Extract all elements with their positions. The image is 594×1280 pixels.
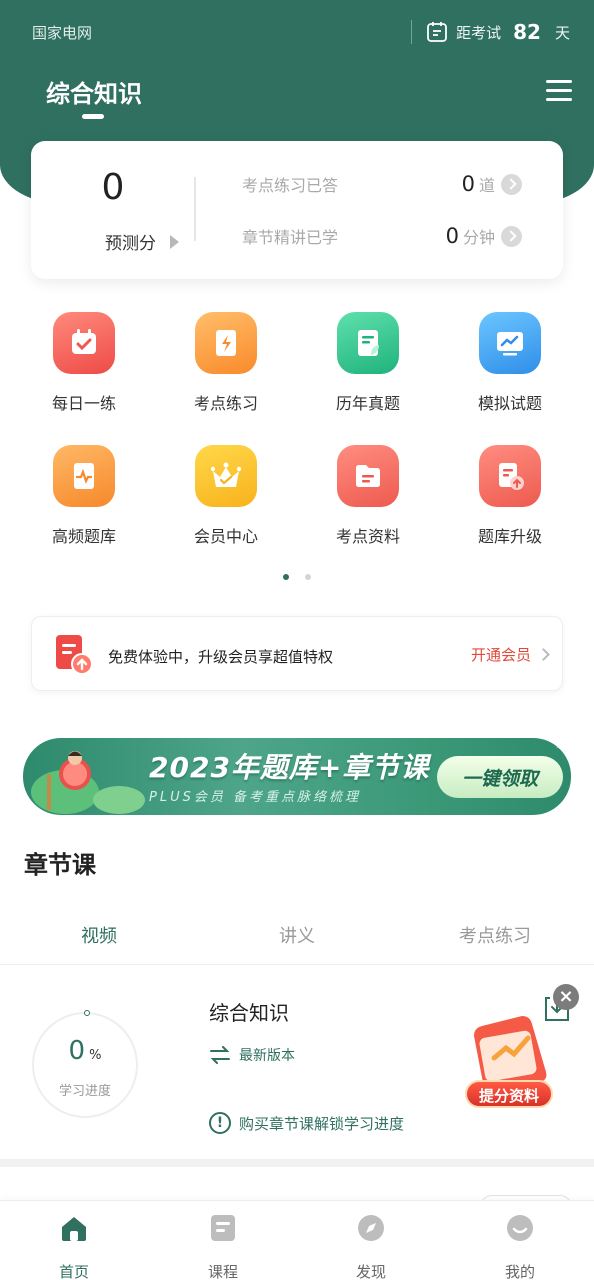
tabs-divider [0,964,594,965]
pager-dot[interactable] [305,574,311,580]
exam-days: 82 [513,20,541,44]
info-icon: ! [209,1112,231,1134]
close-icon[interactable]: ✕ [555,738,565,752]
grid-label: 历年真题 [335,394,400,413]
document-upgrade-icon [56,635,93,675]
folder-icon [337,445,399,507]
document-upload-icon [479,445,541,507]
exam-countdown: 距考试 82 天 [411,18,570,46]
predicted-score-label: 预测分 [105,234,156,254]
banner-title: 2023年题库+章节课 [149,751,430,784]
tabbar-label: 首页 [58,1263,89,1280]
brand-name: 国家电网 [32,24,93,42]
open-membership-button[interactable]: 开通会员 [470,644,550,665]
compass-icon [358,1215,384,1241]
course-icon [211,1215,235,1241]
grid-label: 考点练习 [193,394,258,413]
tabbar-label: 我的 [504,1263,535,1280]
calendar-check-icon [53,312,115,374]
stat-value: 0 [445,224,459,248]
unlock-progress-link[interactable]: ! 购买章节课解锁学习进度 [209,1112,404,1134]
stat-unit: 道 [478,176,495,195]
exam-unit: 天 [554,23,570,42]
stat-value: 0 [461,172,475,196]
stat-row-lecture[interactable]: 章节精讲已学 0 分钟 [242,224,522,248]
grid-item-key-practice[interactable]: 考点练习 [166,312,286,414]
grid-label: 考点资料 [335,527,400,546]
document-leaf-icon [337,312,399,374]
bottom-tab-bar: 首页 课程 发现 我的 [0,1200,594,1280]
stat-label: 章节精讲已学 [242,228,339,247]
chart-monitor-icon [479,312,541,374]
stat-label: 考点练习已答 [242,176,339,195]
score-booster-label[interactable]: 提分资料 [465,1080,553,1108]
tabbar-item-home[interactable]: 首页 [14,1213,134,1280]
crown-icon [195,445,257,507]
grid-item-member-center[interactable]: 会员中心 [166,445,286,547]
section-title: 章节课 [24,851,96,879]
scroll-wave-icon [53,445,115,507]
close-icon[interactable]: × [553,984,579,1010]
grid-label: 高频题库 [51,527,116,546]
section-separator [0,1159,594,1167]
exam-label: 距考试 [456,23,502,42]
grid-label: 模拟试题 [477,394,542,413]
predicted-score: 0 [101,167,125,208]
profile-icon [507,1215,533,1241]
unlock-text: 购买章节课解锁学习进度 [239,1114,405,1133]
lightning-book-icon [195,312,257,374]
tabbar-label: 发现 [355,1263,386,1280]
course-title: 综合知识 [209,1001,289,1025]
chevron-right-icon[interactable] [501,173,522,195]
tabbar-item-discover[interactable]: 发现 [311,1213,431,1280]
tabbar-label: 课程 [207,1263,238,1280]
claim-button[interactable]: 一键领取 [437,756,563,798]
grid-item-past-papers[interactable]: 历年真题 [308,312,428,414]
swap-icon [210,1046,230,1064]
pager-dot-active[interactable] [283,574,289,580]
lotus-illustration [31,751,145,814]
tab-key-practice[interactable]: 考点练习 [396,922,594,948]
version-switch[interactable]: 最新版本 [209,1045,295,1065]
grid-item-high-frequency[interactable]: 高频题库 [24,445,144,547]
membership-promo-card[interactable]: 免费体验中，升级会员享超值特权 开通会员 [31,616,563,691]
promo-cta-label: 开通会员 [470,646,531,664]
home-icon [62,1217,86,1241]
progress-label: 学习进度 [58,1084,111,1099]
promo-banner[interactable]: 2023年题库+章节课 PLUS会员 备考重点脉络梳理 一键领取 ✕ [23,738,571,815]
grid-item-mock-exam[interactable]: 模拟试题 [450,312,570,414]
stats-card: 0 预测分 考点练习已答 0 道 章节精讲已学 0 分钟 [31,141,563,279]
version-label: 最新版本 [239,1048,295,1064]
grid-item-materials[interactable]: 考点资料 [308,445,428,547]
card-divider [194,177,196,241]
menu-icon[interactable] [546,80,572,102]
tab-video[interactable]: 视频 [0,922,198,948]
tabbar-item-profile[interactable]: 我的 [460,1213,580,1280]
grid-label: 会员中心 [193,527,258,546]
subject-selector[interactable]: 综合知识 [46,74,142,109]
progress-ring-marker [84,1010,90,1016]
tabbar-item-courses[interactable]: 课程 [163,1213,283,1280]
header-divider [411,20,413,44]
banner-subtitle: PLUS会员 备考重点脉络梳理 [149,790,361,805]
calendar-icon [427,22,448,42]
grid-label: 每日一练 [51,394,116,413]
grid-item-bank-upgrade[interactable]: 题库升级 [450,445,570,547]
stat-row-practice[interactable]: 考点练习已答 0 道 [242,172,522,196]
grid-label: 题库升级 [477,527,542,546]
stat-unit: 分钟 [462,228,495,247]
grid-item-daily-practice[interactable]: 每日一练 [24,312,144,414]
chevron-right-icon [537,648,550,661]
subject-underline [82,114,104,119]
chevron-right-icon[interactable] [501,225,522,247]
promo-text: 免费体验中，升级会员享超值特权 [108,648,334,666]
progress-value: 0% [68,1036,102,1066]
tab-handout[interactable]: 讲义 [198,922,396,948]
triangle-right-icon [170,234,179,249]
predicted-score-link[interactable]: 预测分 [105,229,179,254]
